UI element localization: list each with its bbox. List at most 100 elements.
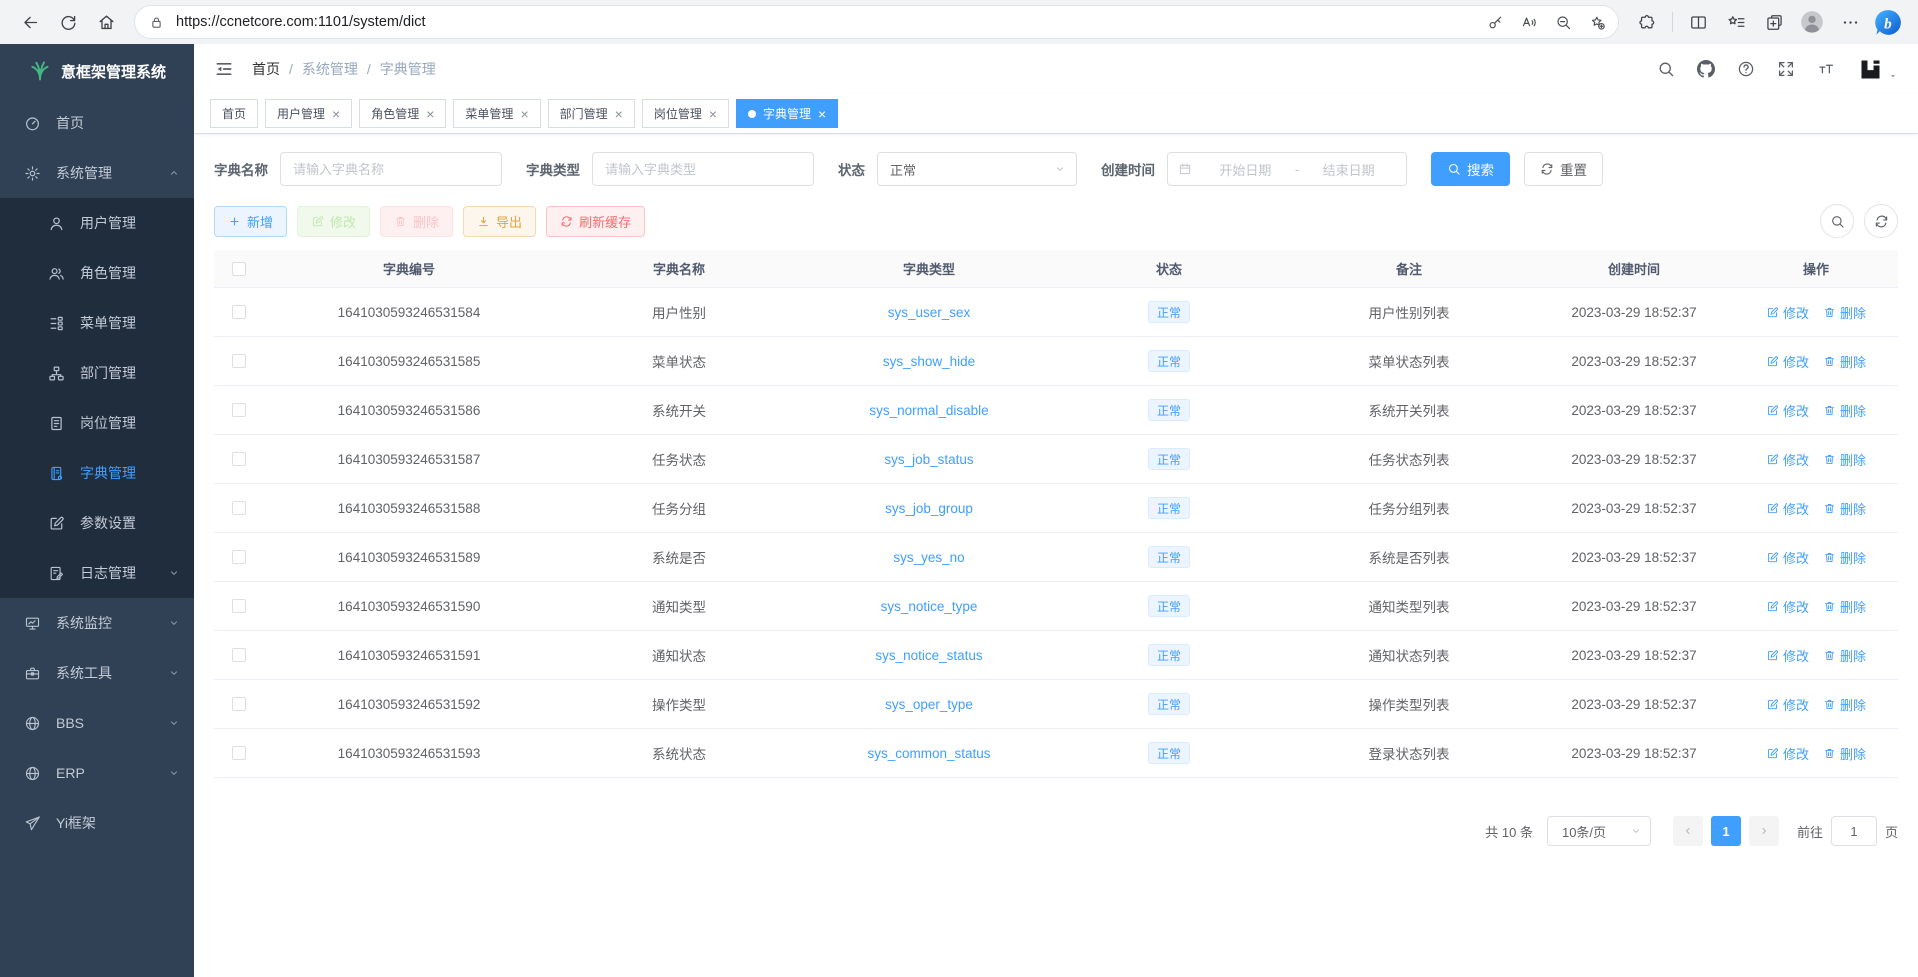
dict-type-link[interactable]: sys_notice_status [875,648,982,663]
header-search-icon[interactable] [1657,60,1675,78]
tab-user-mgmt[interactable]: 用户管理× [265,99,352,128]
next-page-button[interactable] [1749,816,1779,846]
sidebar-item-yi-framework[interactable]: Yi框架 [0,798,194,848]
tab-home[interactable]: 首页 [210,99,258,128]
tab-close-icon[interactable]: × [426,107,434,121]
tab-close-icon[interactable]: × [332,107,340,121]
tab-close-icon[interactable]: × [520,107,528,121]
saved-password-button[interactable] [1480,7,1510,37]
row-checkbox[interactable] [232,697,246,711]
date-range-picker[interactable]: 开始日期 - 结束日期 [1167,152,1407,186]
sidebar-item-dict-mgmt[interactable]: 字典管理 [0,448,194,498]
breadcrumb-item[interactable]: 首页 [252,59,280,79]
tab-menu-mgmt[interactable]: 菜单管理× [453,99,540,128]
browser-address-bar[interactable]: https://ccnetcore.com:1101/system/dict [134,5,1619,39]
page-size-select[interactable]: 10条/页 [1547,816,1651,846]
sidebar-item-menu-mgmt[interactable]: 菜单管理 [0,298,194,348]
dict-name-input[interactable] [280,152,502,186]
user-menu[interactable] [1857,56,1898,83]
current-page-button[interactable]: 1 [1711,816,1741,846]
row-checkbox[interactable] [232,746,246,760]
sidebar-item-home[interactable]: 首页 [0,98,194,148]
refresh-cache-button[interactable]: 刷新缓存 [546,206,645,237]
export-button[interactable]: 导出 [463,206,536,237]
browser-reload-button[interactable] [50,4,86,40]
row-delete-button[interactable]: 删除 [1823,744,1866,763]
dict-type-link[interactable]: sys_oper_type [885,697,973,712]
browser-profile-button[interactable] [1794,4,1830,40]
prev-page-button[interactable] [1673,816,1703,846]
add-favorite-button[interactable] [1582,7,1612,37]
row-edit-button[interactable]: 修改 [1766,695,1809,714]
collections-button[interactable] [1756,4,1792,40]
read-aloud-button[interactable] [1514,7,1544,37]
sidebar-toggle-icon[interactable] [214,59,234,79]
reset-button[interactable]: 重置 [1524,152,1603,186]
show-search-button[interactable] [1820,204,1854,238]
row-delete-button[interactable]: 删除 [1823,401,1866,420]
row-edit-button[interactable]: 修改 [1766,744,1809,763]
row-checkbox[interactable] [232,501,246,515]
github-icon[interactable] [1697,60,1715,78]
sidebar-item-post-mgmt[interactable]: 岗位管理 [0,398,194,448]
dict-type-link[interactable]: sys_job_status [884,452,973,467]
row-delete-button[interactable]: 删除 [1823,303,1866,322]
row-edit-button[interactable]: 修改 [1766,597,1809,616]
tab-close-icon[interactable]: × [709,107,717,121]
tab-role-mgmt[interactable]: 角色管理× [359,99,446,128]
row-checkbox[interactable] [232,452,246,466]
browser-home-button[interactable] [88,4,124,40]
search-button[interactable]: 搜索 [1431,152,1510,186]
row-checkbox[interactable] [232,403,246,417]
row-edit-button[interactable]: 修改 [1766,499,1809,518]
favorites-button[interactable] [1718,4,1754,40]
dict-type-link[interactable]: sys_notice_type [881,599,978,614]
dict-type-link[interactable]: sys_show_hide [883,354,975,369]
tab-post-mgmt[interactable]: 岗位管理× [642,99,729,128]
row-checkbox[interactable] [232,599,246,613]
help-icon[interactable] [1737,60,1755,78]
status-select[interactable]: 正常 [877,152,1077,186]
edit-button[interactable]: 修改 [297,206,370,237]
goto-page-input[interactable] [1831,816,1877,846]
row-delete-button[interactable]: 删除 [1823,352,1866,371]
split-screen-button[interactable] [1680,4,1716,40]
sidebar-item-system-mgmt[interactable]: 系统管理 [0,148,194,198]
sidebar-item-dept-mgmt[interactable]: 部门管理 [0,348,194,398]
row-delete-button[interactable]: 删除 [1823,548,1866,567]
sidebar-item-user-mgmt[interactable]: 用户管理 [0,198,194,248]
tab-close-icon[interactable]: × [818,107,826,121]
row-checkbox[interactable] [232,305,246,319]
sidebar-item-system-monitor[interactable]: 系统监控 [0,598,194,648]
row-delete-button[interactable]: 删除 [1823,695,1866,714]
row-edit-button[interactable]: 修改 [1766,450,1809,469]
row-edit-button[interactable]: 修改 [1766,352,1809,371]
row-edit-button[interactable]: 修改 [1766,401,1809,420]
tab-dept-mgmt[interactable]: 部门管理× [548,99,635,128]
browser-back-button[interactable] [12,4,48,40]
delete-button[interactable]: 删除 [380,206,453,237]
url-text[interactable]: https://ccnetcore.com:1101/system/dict [176,14,1476,30]
row-delete-button[interactable]: 删除 [1823,499,1866,518]
fullscreen-icon[interactable] [1777,60,1795,78]
breadcrumb-item[interactable]: 系统管理 [302,59,358,79]
bing-chat-button[interactable] [1870,4,1906,40]
add-button[interactable]: 新增 [214,206,287,237]
row-edit-button[interactable]: 修改 [1766,303,1809,322]
dict-type-link[interactable]: sys_normal_disable [869,403,988,418]
dict-type-input[interactable] [592,152,814,186]
sidebar-item-bbs[interactable]: BBS [0,698,194,748]
sidebar-item-log-mgmt[interactable]: 日志管理 [0,548,194,598]
dict-type-link[interactable]: sys_user_sex [888,305,971,320]
extensions-button[interactable] [1629,4,1665,40]
tab-close-icon[interactable]: × [615,107,623,121]
row-edit-button[interactable]: 修改 [1766,548,1809,567]
sidebar-item-erp[interactable]: ERP [0,748,194,798]
font-size-icon[interactable] [1817,60,1835,78]
select-all-checkbox[interactable] [232,262,246,276]
sidebar-item-role-mgmt[interactable]: 角色管理 [0,248,194,298]
row-delete-button[interactable]: 删除 [1823,450,1866,469]
row-delete-button[interactable]: 删除 [1823,597,1866,616]
row-checkbox[interactable] [232,354,246,368]
row-checkbox[interactable] [232,648,246,662]
